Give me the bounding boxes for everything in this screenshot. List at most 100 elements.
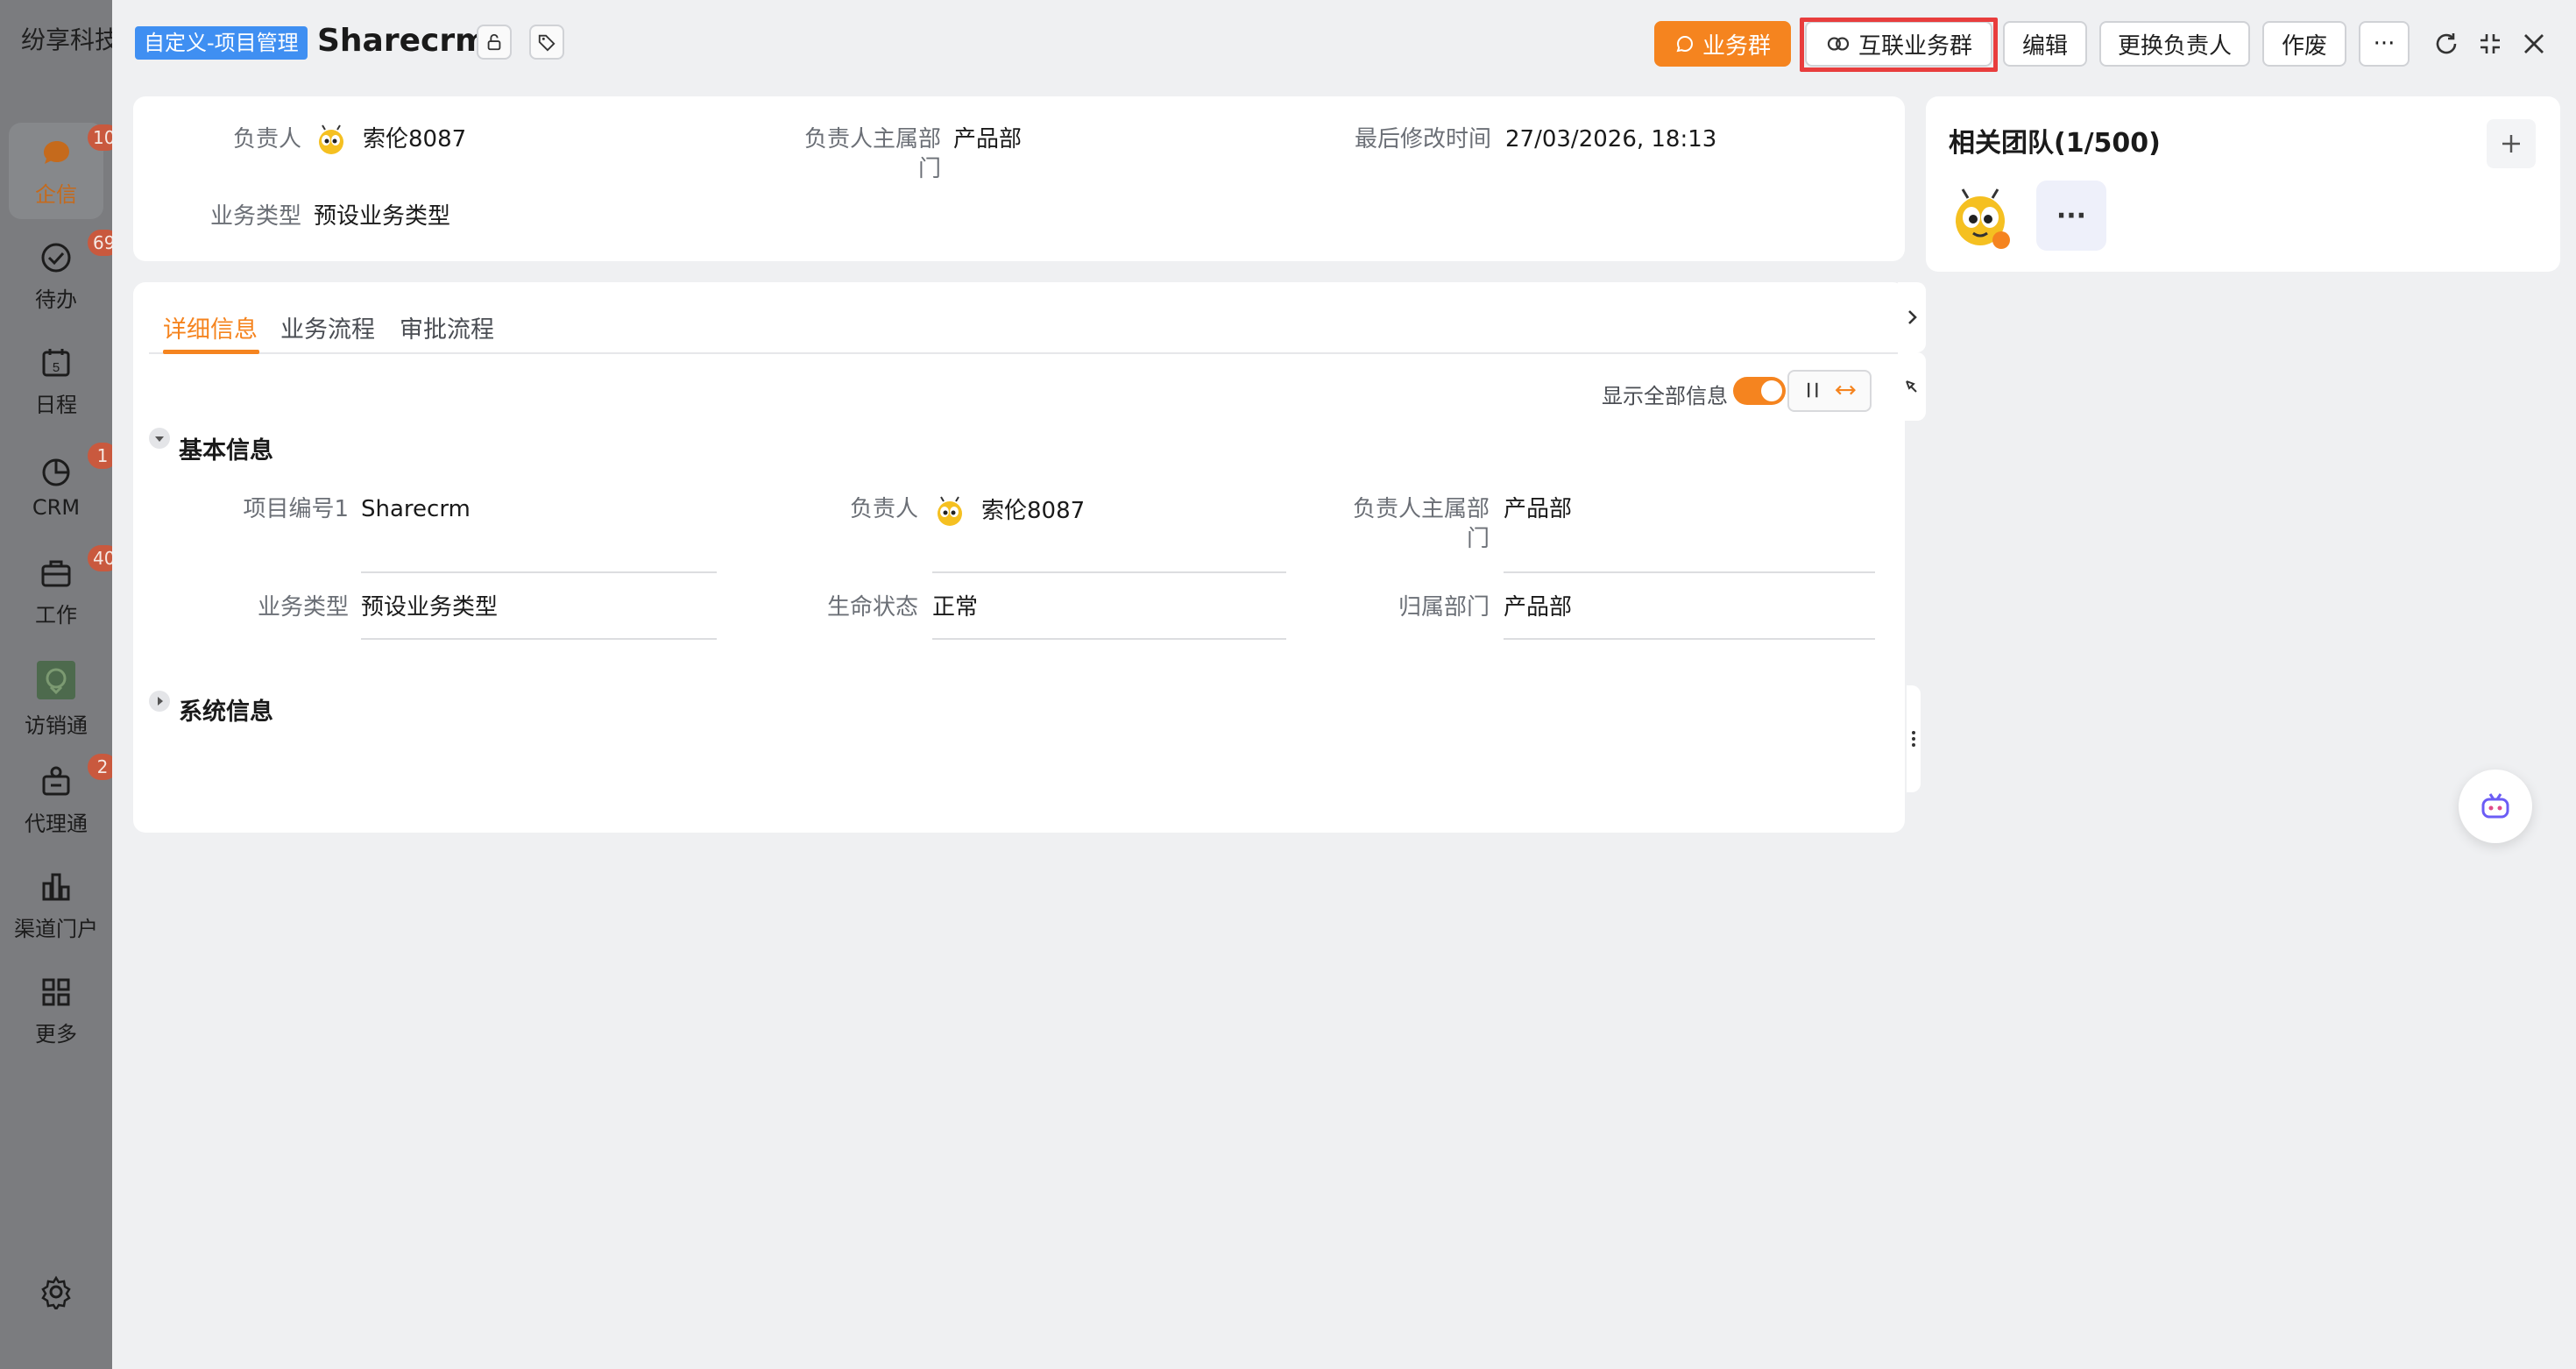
tag-icon[interactable] bbox=[529, 25, 564, 60]
expand-panel-tab[interactable] bbox=[1898, 282, 1926, 352]
plus-icon bbox=[2502, 135, 2520, 153]
field-project-no-label: 项目编号1 bbox=[243, 496, 349, 522]
show-all-toggle[interactable] bbox=[1733, 377, 1786, 405]
summary-owner-label: 负责人 bbox=[232, 126, 301, 153]
nav-label: 工作 bbox=[35, 602, 77, 628]
tab-details[interactable]: 详细信息 bbox=[163, 310, 258, 344]
team-more-button[interactable]: ··· bbox=[2036, 181, 2106, 251]
field-underline bbox=[1504, 571, 1875, 573]
field-underline bbox=[932, 571, 1286, 573]
nav-label: 日程 bbox=[35, 392, 77, 417]
nav-label: 代理通 bbox=[25, 811, 88, 836]
owner-avatar[interactable] bbox=[932, 494, 967, 529]
summary-modified-label: 最后修改时间 bbox=[1354, 126, 1491, 153]
pin-panel-tab[interactable] bbox=[1898, 352, 1926, 421]
close-icon[interactable] bbox=[2520, 30, 2548, 58]
active-tab-indicator bbox=[163, 350, 259, 354]
summary-owner-dept-label: 负责人主属部 bbox=[803, 126, 941, 153]
resize-handle[interactable] bbox=[1907, 685, 1921, 792]
owner-avatar[interactable] bbox=[314, 123, 349, 158]
refresh-icon[interactable] bbox=[2432, 30, 2460, 58]
company-name: 纷享科技 bbox=[21, 25, 120, 54]
field-biz-type-label: 业务类型 bbox=[257, 594, 349, 621]
chevron-right-icon bbox=[1908, 310, 1917, 324]
interconnect-group-label: 互联业务群 bbox=[1858, 32, 1972, 60]
section-basic-info[interactable]: 基本信息 bbox=[179, 431, 273, 465]
nav-item-todo[interactable]: 69 待办 bbox=[9, 228, 121, 324]
field-underline bbox=[1504, 638, 1875, 640]
record-title: Sharecrm bbox=[317, 23, 488, 59]
nav-item-more[interactable]: 更多 bbox=[9, 962, 103, 1059]
field-biz-type-value: 预设业务类型 bbox=[361, 594, 499, 621]
lock-icon[interactable] bbox=[477, 25, 512, 60]
summary-owner-value[interactable]: 索伦8087 bbox=[363, 124, 466, 154]
summary-owner-dept-value: 产品部 bbox=[953, 126, 1023, 153]
detail-drawer: 自定义-项目管理 Sharecrm 业务群 互联业务群 编辑 更换负责人 作废 … bbox=[112, 0, 2576, 1369]
collapse-triangle-icon[interactable] bbox=[149, 428, 170, 449]
field-lifecycle-value: 正常 bbox=[932, 594, 979, 621]
field-lifecycle-label: 生命状态 bbox=[826, 594, 918, 621]
calendar-day: 5 bbox=[53, 360, 60, 375]
nav-label: 渠道门户 bbox=[14, 916, 98, 941]
nav-item-calendar[interactable]: 5 日程 bbox=[9, 333, 103, 429]
business-group-button[interactable]: 业务群 bbox=[1654, 21, 1791, 67]
show-all-label: 显示全部信息 bbox=[1602, 384, 1728, 408]
robot-icon bbox=[2481, 793, 2509, 819]
grid-more-icon bbox=[39, 975, 74, 1010]
detail-header: 自定义-项目管理 Sharecrm 业务群 互联业务群 编辑 更换负责人 作废 … bbox=[112, 0, 2576, 91]
visit-sales-icon bbox=[35, 659, 77, 701]
nav-label: 访销通 bbox=[25, 713, 88, 738]
layout-switcher[interactable] bbox=[1787, 370, 1872, 412]
nav-item-work[interactable]: 40 工作 bbox=[9, 543, 121, 640]
nav-item-channel-portal[interactable]: 渠道门户 bbox=[9, 857, 103, 954]
nav-label: CRM bbox=[32, 495, 81, 520]
crm-chart-icon: 1 bbox=[39, 443, 117, 488]
field-underline bbox=[361, 638, 717, 640]
field-owner-dept-label-wrap: 门 bbox=[1466, 526, 1490, 552]
change-owner-button[interactable]: 更换负责人 bbox=[2099, 21, 2250, 67]
nav-label: 更多 bbox=[35, 1021, 77, 1046]
expand-triangle-icon[interactable] bbox=[149, 691, 170, 712]
more-actions-button[interactable]: ··· bbox=[2359, 21, 2410, 67]
todo-check-icon: 69 bbox=[39, 229, 121, 275]
object-type-tag[interactable]: 自定义-项目管理 bbox=[135, 26, 308, 60]
interconnect-group-button[interactable]: 互联业务群 bbox=[1805, 21, 1992, 67]
ai-assistant-button[interactable] bbox=[2459, 770, 2532, 843]
team-member-avatar[interactable] bbox=[1943, 181, 2017, 254]
field-underline bbox=[361, 571, 717, 573]
collapse-icon[interactable] bbox=[2476, 30, 2504, 58]
nav-item-visit-sales[interactable]: 访销通 bbox=[9, 650, 103, 747]
edit-button[interactable]: 编辑 bbox=[2003, 21, 2087, 67]
field-project-no-value: Sharecrm bbox=[361, 496, 471, 522]
chat-bubble-icon bbox=[1676, 35, 1693, 53]
columns-icon bbox=[1808, 382, 1856, 398]
team-title: 相关团队(1/500) bbox=[1949, 128, 2161, 159]
field-owner-dept-value: 产品部 bbox=[1504, 496, 1573, 522]
nav-item-agent[interactable]: 2 代理通 bbox=[9, 752, 117, 848]
app-sidebar: 纷享科技 10 企信 69 待办 5 日程 1 CRM 40 工作 访销通 2 … bbox=[0, 0, 121, 1369]
field-belong-dept-label: 归属部门 bbox=[1398, 594, 1490, 621]
field-underline bbox=[932, 638, 1286, 640]
business-group-label: 业务群 bbox=[1702, 32, 1771, 60]
field-owner-dept-label: 负责人主属部 bbox=[1352, 496, 1490, 522]
summary-owner-dept-label-wrap: 门 bbox=[917, 156, 941, 182]
nav-item-messages[interactable]: 10 企信 bbox=[9, 123, 121, 219]
tab-approval-flow[interactable]: 审批流程 bbox=[400, 310, 494, 344]
field-belong-dept-value: 产品部 bbox=[1504, 594, 1573, 621]
nav-item-crm[interactable]: 1 CRM bbox=[9, 438, 117, 535]
detail-card: 详细信息 业务流程 审批流程 显示全部信息 基本信息 项目编号1 Sharecr… bbox=[133, 282, 1910, 833]
field-owner-label: 负责人 bbox=[849, 496, 918, 522]
section-system-info[interactable]: 系统信息 bbox=[179, 692, 273, 727]
agent-icon: 2 bbox=[39, 753, 117, 799]
pin-icon bbox=[1906, 380, 1917, 393]
summary-modified-value: 27/03/2026, 18:13 bbox=[1505, 126, 1717, 153]
drag-dots-icon bbox=[1912, 731, 1915, 747]
tab-business-flow[interactable]: 业务流程 bbox=[280, 310, 375, 344]
void-button[interactable]: 作废 bbox=[2262, 21, 2346, 67]
chat-icon: 10 bbox=[39, 124, 121, 170]
link-rings-icon bbox=[1827, 37, 1850, 51]
field-owner-value[interactable]: 索伦8087 bbox=[981, 496, 1085, 526]
add-member-button[interactable] bbox=[2487, 119, 2536, 168]
settings-gear-icon[interactable] bbox=[39, 1274, 74, 1312]
summary-biz-type-value: 预设业务类型 bbox=[314, 203, 451, 230]
